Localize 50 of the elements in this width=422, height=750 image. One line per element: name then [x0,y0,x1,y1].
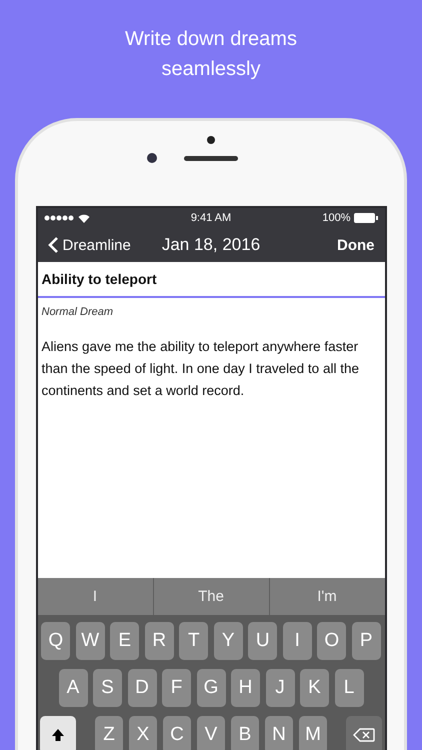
suggestion[interactable]: I'm [270,578,384,615]
letter-key[interactable]: O [317,622,346,660]
letter-key[interactable]: P [352,622,381,660]
done-button[interactable]: Done [280,236,374,254]
signal-icon [44,215,74,221]
letter-key[interactable]: L [334,669,364,707]
letter-key[interactable]: T [179,622,208,660]
letter-key[interactable]: V [196,716,226,750]
sensor-icon [207,136,215,144]
dream-text[interactable]: Aliens gave me the ability to teleport anywhere faster than the speed of light. In one day I traveled to all the continents and set a world record. [42,336,380,402]
back-button[interactable]: Dreamline [48,236,142,254]
letter-key[interactable]: D [128,669,156,707]
dream-category: Normal Dream [42,306,114,318]
letter-key[interactable]: R [144,622,174,660]
suggestion[interactable]: The [154,578,270,615]
letter-key[interactable]: E [110,622,140,660]
letter-key[interactable]: Z [94,716,124,750]
nav-title: Jan 18, 2016 [162,235,260,255]
title-field[interactable]: Ability to teleport [38,262,384,298]
letter-key[interactable]: A [58,669,88,707]
wifi-icon [78,214,90,222]
status-time: 9:41 AM [190,212,232,224]
speaker-icon [184,156,238,161]
letter-key[interactable]: Q [41,622,70,660]
letter-key[interactable]: B [230,716,260,750]
letter-key[interactable]: X [128,716,158,750]
letter-key[interactable]: H [231,669,260,707]
letter-key[interactable]: K [300,669,329,707]
delete-key[interactable] [346,716,382,750]
letter-key[interactable]: I [282,622,312,660]
letter-key[interactable]: C [162,716,192,750]
letter-key[interactable]: U [248,622,278,660]
shift-arrow-icon [50,728,65,742]
letter-key[interactable]: N [264,716,294,750]
letter-key[interactable]: W [76,622,105,660]
battery-icon [354,213,378,223]
back-label: Dreamline [62,236,131,254]
battery-percent: 100% [322,212,350,224]
letter-key[interactable]: M [298,716,328,750]
camera-icon [147,153,157,163]
backspace-icon [353,728,376,742]
chevron-left-icon [48,236,58,254]
headline: Write down dreams seamlessly [124,27,298,82]
letter-key[interactable]: G [196,669,226,707]
letter-key[interactable]: Y [214,622,243,660]
letter-key[interactable]: S [93,669,122,707]
shift-key[interactable] [40,716,76,750]
letter-key[interactable]: J [266,669,294,707]
letter-key[interactable]: F [162,669,191,707]
suggestion[interactable]: I [38,578,154,615]
